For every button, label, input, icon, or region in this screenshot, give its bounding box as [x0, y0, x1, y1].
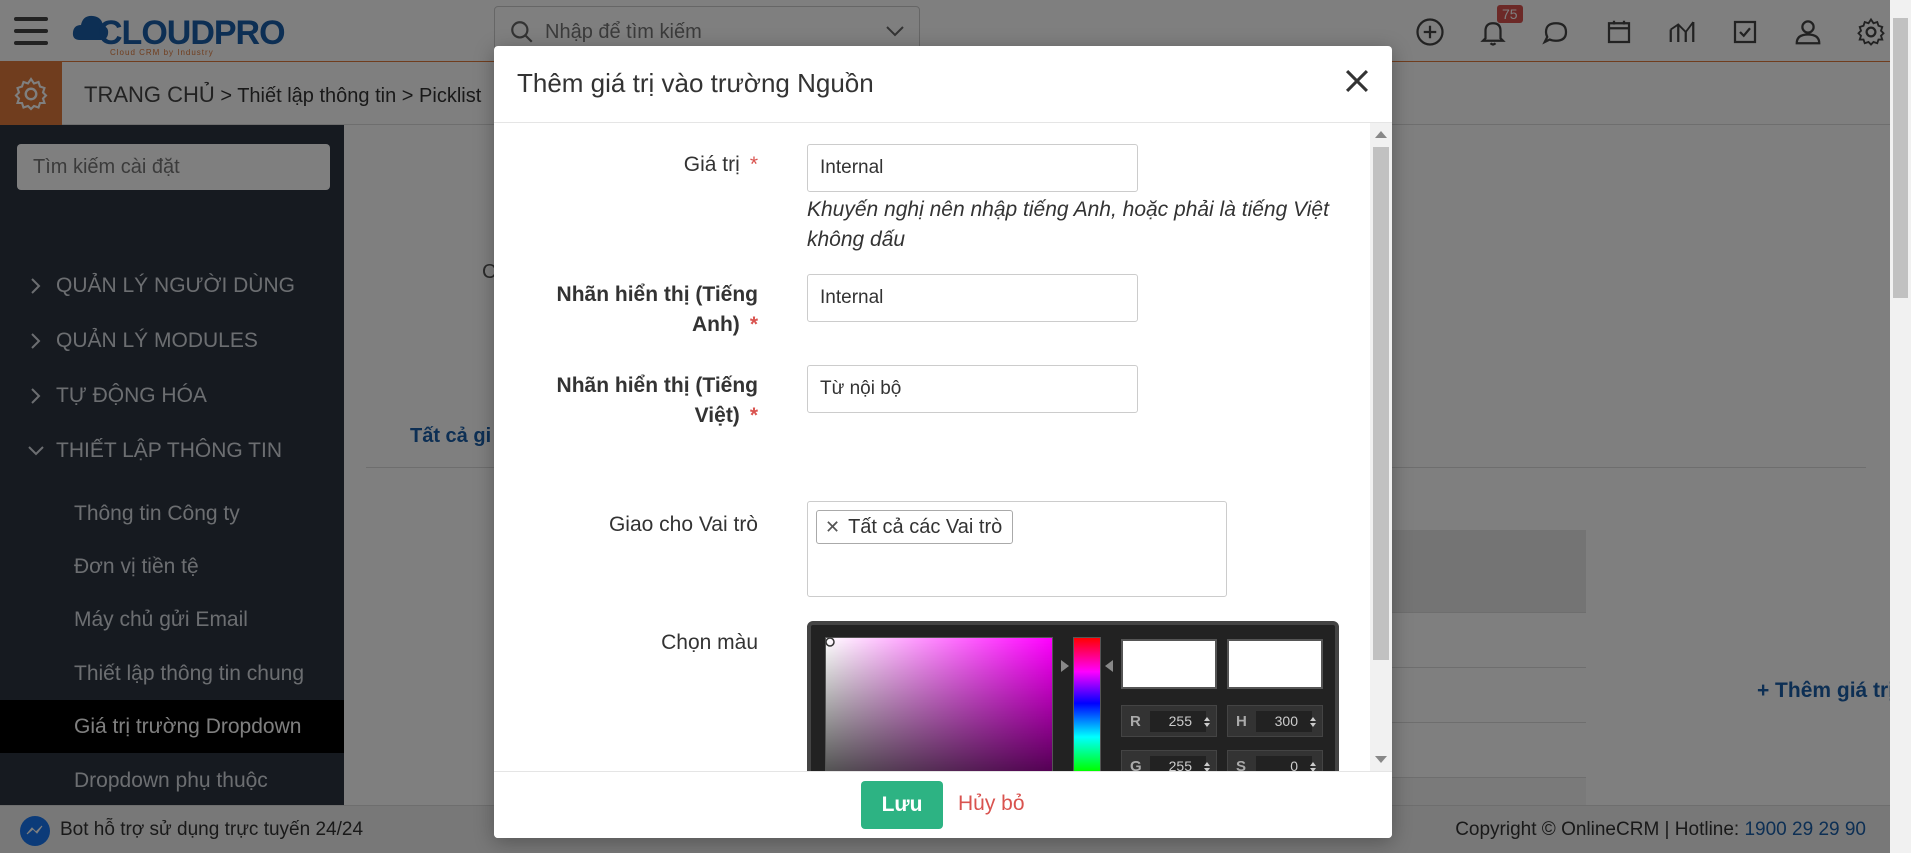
scroll-down-icon[interactable] — [1375, 756, 1387, 763]
new-color-swatch — [1121, 639, 1217, 689]
green-value[interactable]: 255 — [1150, 756, 1206, 771]
red-value[interactable]: 255 — [1150, 711, 1206, 732]
page-scrollbar[interactable] — [1890, 0, 1911, 853]
modal-title: Thêm giá trị vào trường Nguồn — [517, 68, 874, 98]
spinner-icon — [1310, 717, 1316, 727]
roles-multiselect[interactable]: ✕ Tất cả các Vai trò — [807, 501, 1227, 597]
hue-arrow-left-icon — [1061, 660, 1069, 672]
hue-field[interactable]: H 300 — [1227, 705, 1323, 737]
value-input[interactable]: Internal — [807, 144, 1138, 192]
value-label: Giá trị * — [683, 153, 758, 176]
color-picker: R255 H300 G255 S0 B255 B100 — [807, 621, 1339, 771]
current-color-swatch[interactable] — [1227, 639, 1323, 689]
picker-handle-icon[interactable] — [823, 635, 837, 649]
hue-slider[interactable] — [1073, 637, 1101, 771]
label-vi-input[interactable]: Từ nội bộ — [807, 365, 1138, 413]
saturation-value-area[interactable] — [825, 637, 1053, 771]
spinner-icon — [1310, 762, 1316, 771]
label-en-input[interactable]: Internal — [807, 274, 1138, 322]
cancel-button[interactable]: Hủy bỏ — [958, 792, 1025, 816]
spinner-icon — [1204, 762, 1210, 771]
role-tag-label: Tất cả các Vai trò — [848, 515, 1003, 538]
scroll-up-icon[interactable] — [1375, 131, 1387, 138]
save-button[interactable]: Lưu — [861, 781, 943, 829]
value-hint: Khuyến nghị nên nhập tiếng Anh, hoặc phả… — [807, 198, 1329, 251]
color-label: Chọn màu — [661, 631, 758, 654]
spinner-icon — [1204, 717, 1210, 727]
hue-arrow-right-icon — [1105, 660, 1113, 672]
saturation-field[interactable]: S0 — [1227, 750, 1323, 771]
green-field[interactable]: G 255 — [1121, 750, 1217, 771]
roles-label: Giao cho Vai trò — [608, 513, 758, 536]
remove-tag-icon[interactable]: ✕ — [825, 517, 840, 538]
close-icon[interactable] — [1340, 64, 1374, 98]
saturation-value[interactable]: 0 — [1256, 756, 1312, 771]
add-value-modal: Thêm giá trị vào trường Nguồn Giá trị * I… — [494, 46, 1392, 838]
scroll-thumb[interactable] — [1373, 147, 1389, 660]
label-vi-label: Nhãn hiển thị (Tiếng Việt) * — [556, 374, 758, 427]
modal-body: Giá trị * Internal Khuyến nghị nên nhập t… — [494, 123, 1392, 771]
hue-value[interactable]: 300 — [1256, 711, 1312, 732]
role-tag: ✕ Tất cả các Vai trò — [816, 510, 1014, 544]
label-en-label: Nhãn hiển thị (Tiếng Anh) * — [556, 283, 758, 336]
modal-footer: Lưu Hủy bỏ — [494, 771, 1392, 838]
modal-scrollbar[interactable] — [1370, 123, 1392, 771]
red-field[interactable]: R 255 — [1121, 705, 1217, 737]
modal-header: Thêm giá trị vào trường Nguồn — [494, 46, 1392, 123]
